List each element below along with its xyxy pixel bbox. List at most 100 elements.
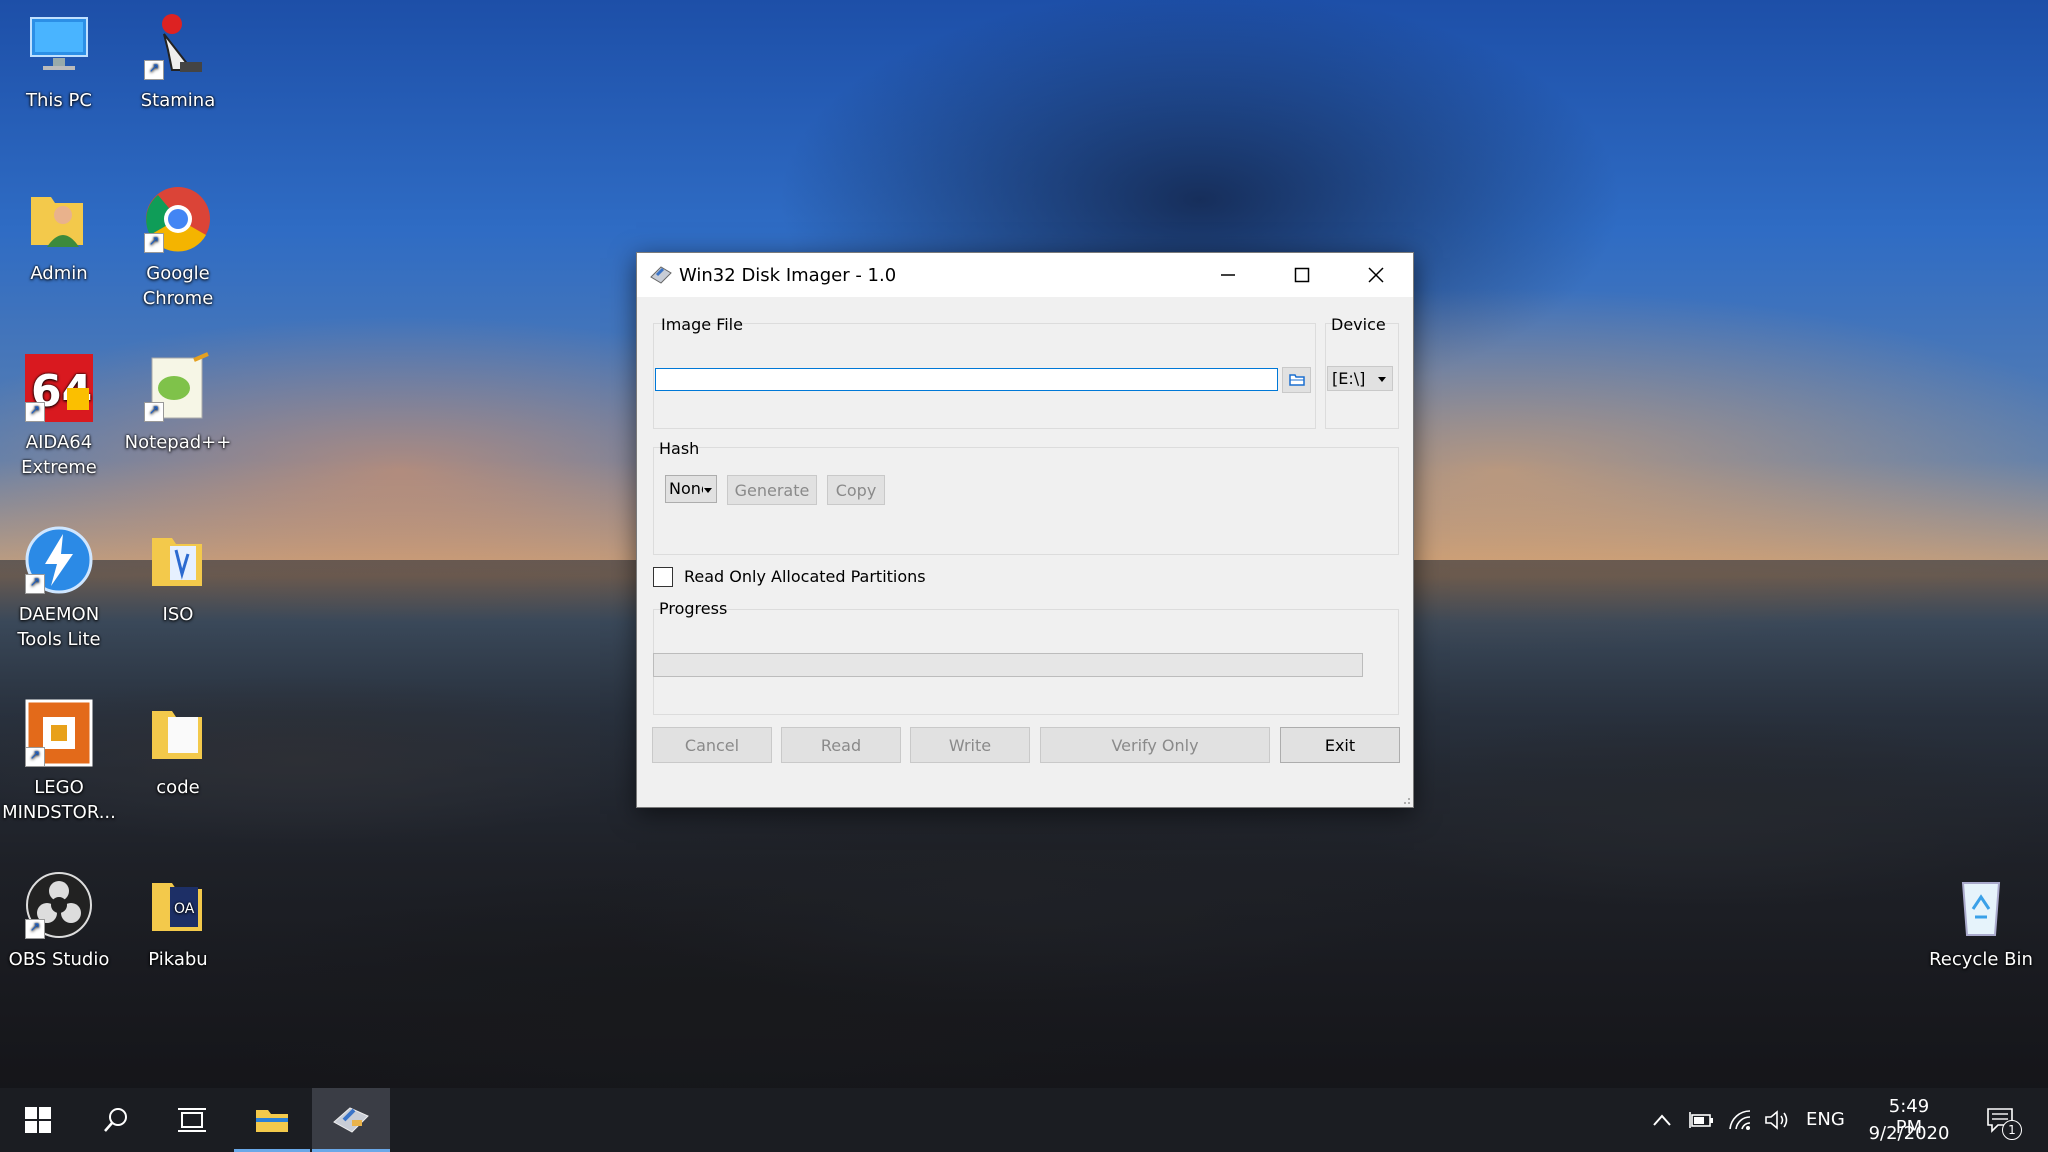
battery-plug-icon	[1689, 1112, 1713, 1128]
notification-badge: 1	[2002, 1120, 2022, 1140]
desktop-icon-obs-studio[interactable]: ↗ OBS Studio	[0, 869, 118, 972]
battery-button[interactable]	[1686, 1088, 1716, 1152]
shortcut-arrow-icon: ↗	[144, 402, 164, 422]
read-button[interactable]: Read	[781, 727, 901, 763]
folder-open-icon	[1288, 374, 1305, 386]
desktop-icon-this-pc[interactable]: This PC	[0, 10, 118, 113]
shortcut-arrow-icon: ↗	[25, 402, 45, 422]
taskbar: ENG 5:49 PM 9/2/2020 1	[0, 1088, 2048, 1152]
show-hidden-icons-button[interactable]	[1648, 1088, 1676, 1152]
generate-button[interactable]: Generate	[727, 475, 817, 505]
speaker-icon	[1765, 1110, 1788, 1130]
pikabu-folder-icon: OA	[142, 869, 214, 941]
task-view-button[interactable]	[154, 1088, 230, 1152]
desktop-icon-pikabu[interactable]: OA Pikabu	[119, 869, 237, 972]
window-title: Win32 Disk Imager - 1.0	[679, 264, 897, 286]
shortcut-arrow-icon: ↗	[144, 60, 164, 80]
desktop-icon-lego-mindstorms[interactable]: ↗ LEGO MINDSTOR...	[0, 697, 118, 825]
desktop-icon-stamina[interactable]: ↗ Stamina	[119, 10, 237, 113]
desktop-icon-notepadpp[interactable]: ↗ Notepad++	[119, 352, 237, 455]
windows-logo-icon	[25, 1107, 51, 1133]
read-only-checkbox[interactable]	[653, 567, 673, 587]
clock-date[interactable]: 9/2/2020	[1864, 1123, 1954, 1144]
dropdown-arrow-icon	[704, 488, 712, 493]
monitor-icon	[23, 10, 95, 82]
desktop-icon-recycle-bin[interactable]: Recycle Bin	[1922, 869, 2040, 972]
shortcut-arrow-icon: ↗	[144, 233, 164, 253]
svg-text:OA: OA	[174, 901, 195, 917]
hash-label: Hash	[659, 439, 700, 458]
task-view-icon	[178, 1108, 206, 1132]
network-button[interactable]	[1726, 1088, 1756, 1152]
hash-type-select[interactable]: None	[665, 475, 717, 503]
win32-disk-imager-window: Win32 Disk Imager - 1.0 Image File Devic…	[636, 252, 1414, 808]
resize-grip-icon[interactable]	[1401, 795, 1411, 805]
dropdown-arrow-icon	[1378, 377, 1386, 382]
stamina-icon: ↗	[142, 10, 214, 82]
desktop-icon-aida64[interactable]: 64 ↗ AIDA64 Extreme	[0, 352, 118, 480]
desktop-icon-admin[interactable]: Admin	[0, 183, 118, 286]
close-icon	[1368, 267, 1384, 283]
folder-icon	[142, 697, 214, 769]
volume-button[interactable]	[1762, 1088, 1792, 1152]
copy-button[interactable]: Copy	[827, 475, 885, 505]
action-center-button[interactable]: 1	[1978, 1088, 2022, 1152]
maximize-button[interactable]	[1265, 253, 1339, 297]
daemon-tools-icon: ↗	[23, 524, 95, 596]
desktop-icon-label: Stamina	[140, 90, 216, 111]
desktop-icon-label: Google Chrome	[142, 263, 214, 309]
user-folder-icon	[23, 183, 95, 255]
device-label: Device	[1331, 315, 1386, 334]
exit-button[interactable]: Exit	[1280, 727, 1400, 763]
recycle-bin-icon	[1945, 869, 2017, 941]
start-button[interactable]	[0, 1088, 76, 1152]
minimize-button[interactable]	[1191, 253, 1265, 297]
notepadpp-icon: ↗	[142, 352, 214, 424]
maximize-icon	[1294, 267, 1310, 283]
progress-bar	[653, 653, 1363, 677]
desktop-icon-label: LEGO MINDSTOR...	[2, 777, 116, 823]
disk-imager-taskbar-button[interactable]	[312, 1088, 390, 1152]
read-only-label: Read Only Allocated Partitions	[684, 567, 926, 586]
file-explorer-taskbar-button[interactable]	[234, 1088, 310, 1152]
lego-mindstorms-icon: ↗	[23, 697, 95, 769]
verify-only-button[interactable]: Verify Only	[1040, 727, 1270, 763]
desktop-icon-iso[interactable]: ISO	[119, 524, 237, 627]
desktop-icon-label: This PC	[26, 90, 92, 111]
chrome-icon: ↗	[142, 183, 214, 255]
title-bar[interactable]: Win32 Disk Imager - 1.0	[637, 253, 1413, 297]
desktop-icon-label: Pikabu	[148, 949, 208, 970]
desktop-icon-label: Recycle Bin	[1929, 949, 2033, 970]
image-file-input[interactable]	[655, 368, 1278, 391]
progress-label: Progress	[659, 599, 728, 618]
device-value: [E:\]	[1332, 369, 1366, 388]
chevron-up-icon	[1653, 1114, 1671, 1126]
search-icon	[104, 1108, 127, 1132]
desktop-icon-label: Admin	[30, 263, 88, 284]
shortcut-arrow-icon: ↗	[25, 919, 45, 939]
desktop-icon-google-chrome[interactable]: ↗ Google Chrome	[119, 183, 237, 311]
minimize-icon	[1221, 274, 1235, 276]
desktop-icon-code[interactable]: code	[119, 697, 237, 800]
desktop-icon-label: ISO	[162, 604, 194, 625]
disk-imager-app-icon	[650, 266, 672, 284]
file-explorer-icon	[256, 1109, 288, 1132]
wifi-icon	[1729, 1110, 1751, 1130]
desktop-icon-label: AIDA64 Extreme	[21, 432, 97, 478]
shortcut-arrow-icon: ↗	[25, 747, 45, 767]
language-indicator[interactable]: ENG	[1806, 1109, 1845, 1130]
desktop-icon-daemon-tools[interactable]: ↗ DAEMON Tools Lite	[0, 524, 118, 652]
iso-folder-icon	[142, 524, 214, 596]
hash-type-value: None	[669, 479, 703, 498]
disk-imager-icon	[333, 1106, 369, 1133]
device-select[interactable]: [E:\]	[1327, 366, 1393, 391]
desktop-icon-label: Notepad++	[124, 432, 232, 453]
desktop-icon-label: code	[156, 777, 200, 798]
cancel-button[interactable]: Cancel	[652, 727, 772, 763]
desktop-icon-label: DAEMON Tools Lite	[17, 604, 101, 650]
browse-button[interactable]	[1282, 367, 1311, 393]
shortcut-arrow-icon: ↗	[25, 574, 45, 594]
search-button[interactable]	[78, 1088, 154, 1152]
close-button[interactable]	[1339, 253, 1413, 297]
write-button[interactable]: Write	[910, 727, 1030, 763]
